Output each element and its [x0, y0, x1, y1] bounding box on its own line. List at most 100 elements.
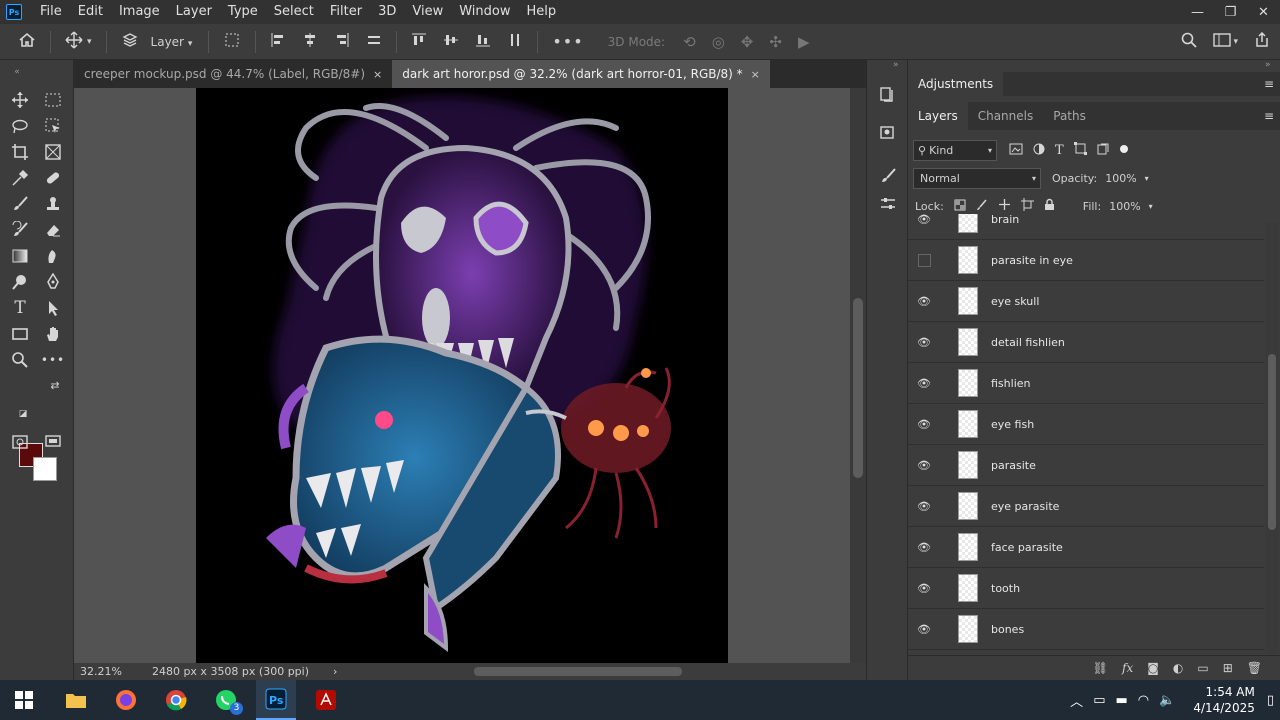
scroll-thumb[interactable]	[1268, 354, 1276, 530]
layer-kind-filter[interactable]: ⚲ Kind ▾	[913, 139, 997, 161]
volume-icon[interactable]: 🔈	[1159, 693, 1175, 708]
eye-icon[interactable]: 👁	[908, 541, 940, 554]
align-middle-icon[interactable]	[443, 32, 459, 52]
chevron-down-icon[interactable]: ▾	[1149, 202, 1153, 211]
delete-layer-icon[interactable]: 🗑	[1247, 661, 1262, 675]
default-colors-icon[interactable]: ◪	[17, 408, 29, 420]
background-color-swatch[interactable]	[33, 457, 57, 481]
brushes-panel-icon[interactable]	[875, 164, 901, 188]
collapse-panels-icon[interactable]: »	[893, 60, 899, 70]
libraries-panel-icon[interactable]	[875, 120, 901, 144]
tab-adjustments[interactable]: Adjustments	[908, 72, 1004, 96]
close-icon[interactable]: ×	[373, 68, 382, 81]
tab-creeper-mockup[interactable]: creeper mockup.psd @ 44.7% (Label, RGB/8…	[74, 60, 393, 88]
new-layer-icon[interactable]: ⊞	[1223, 661, 1233, 675]
adobe-acrobat-icon[interactable]	[306, 680, 346, 720]
display-icon[interactable]: ▭	[1093, 693, 1105, 708]
search-icon[interactable]	[1181, 32, 1198, 52]
photoshop-taskbar-icon[interactable]: Ps	[256, 680, 296, 720]
scroll-thumb[interactable]	[853, 298, 863, 478]
tab-layers[interactable]: Layers	[908, 102, 968, 130]
distribute-icon[interactable]	[366, 32, 382, 52]
filter-adjustment-icon[interactable]	[1033, 143, 1045, 158]
wifi-icon[interactable]: ◠	[1138, 693, 1149, 708]
align-center-icon[interactable]	[302, 32, 318, 52]
eyedropper-tool-icon[interactable]	[7, 166, 33, 190]
eye-icon[interactable]: 👁	[908, 295, 940, 308]
clone-stamp-tool-icon[interactable]	[40, 192, 66, 216]
vertical-scrollbar[interactable]	[850, 88, 866, 663]
align-right-icon[interactable]	[334, 32, 350, 52]
crop-tool-icon[interactable]	[7, 140, 33, 164]
clock[interactable]: 1:54 AM 4/14/2025	[1193, 684, 1255, 716]
object-selection-tool-icon[interactable]	[40, 114, 66, 138]
layer-row-parasite-in-eye[interactable]: parasite in eye	[908, 240, 1264, 281]
menu-file[interactable]: File	[32, 0, 70, 24]
close-window-button[interactable]: ✕	[1247, 5, 1280, 20]
whatsapp-icon[interactable]: 3	[206, 680, 246, 720]
healing-brush-tool-icon[interactable]	[40, 166, 66, 190]
battery-icon[interactable]: ▬	[1115, 693, 1127, 708]
layer-row-eye-parasite[interactable]: 👁 eye parasite	[908, 486, 1264, 527]
zoom-tool-icon[interactable]	[7, 348, 33, 372]
filter-pixel-icon[interactable]	[1009, 143, 1023, 158]
layer-row-brain[interactable]: 👁 brain	[908, 214, 1264, 240]
more-tools-icon[interactable]: •••	[40, 348, 66, 372]
menu-window[interactable]: Window	[451, 0, 518, 24]
history-panel-icon[interactable]	[875, 82, 901, 106]
chevron-down-icon[interactable]: ▾	[1145, 174, 1149, 183]
file-explorer-icon[interactable]	[56, 680, 96, 720]
layers-scrollbar[interactable]	[1265, 222, 1279, 654]
menu-image[interactable]: Image	[111, 0, 168, 24]
move-tool-icon[interactable]	[7, 88, 33, 112]
marquee-tool-icon[interactable]	[40, 88, 66, 112]
path-selection-tool-icon[interactable]	[40, 296, 66, 320]
minimize-button[interactable]: —	[1181, 5, 1214, 20]
eye-icon[interactable]: 👁	[908, 582, 940, 595]
auto-select-target-dropdown[interactable]: Layer ▾	[151, 35, 193, 49]
lasso-tool-icon[interactable]	[7, 114, 33, 138]
canvas-area[interactable]	[74, 88, 850, 663]
menu-view[interactable]: View	[404, 0, 451, 24]
expand-panels-icon[interactable]: »	[1265, 60, 1271, 70]
horizontal-scroll-thumb[interactable]	[474, 667, 682, 676]
eraser-tool-icon[interactable]	[40, 218, 66, 242]
eye-icon[interactable]: 👁	[908, 623, 940, 636]
layer-row-parasite[interactable]: 👁 parasite	[908, 445, 1264, 486]
screen-mode-icon[interactable]	[40, 430, 66, 454]
pen-tool-icon[interactable]	[40, 270, 66, 294]
filter-type-icon[interactable]: T	[1055, 143, 1064, 158]
chevron-down-icon[interactable]: ▾	[1233, 37, 1238, 47]
share-icon[interactable]	[1254, 31, 1270, 52]
maximize-button[interactable]: ❐	[1214, 5, 1247, 20]
chevron-up-icon[interactable]: ︿	[1070, 691, 1083, 710]
layer-row-bones[interactable]: 👁 bones	[908, 609, 1264, 650]
align-left-icon[interactable]	[270, 32, 286, 52]
menu-3d[interactable]: 3D	[370, 0, 404, 24]
filter-smart-object-icon[interactable]	[1097, 143, 1109, 158]
lock-transparency-icon[interactable]	[954, 199, 966, 214]
filter-shape-icon[interactable]	[1073, 142, 1087, 158]
swap-colors-icon[interactable]: ⇄	[48, 378, 62, 392]
collapse-toolbox-icon[interactable]: «	[4, 60, 30, 84]
layer-row-face-parasite[interactable]: 👁 face parasite	[908, 527, 1264, 568]
eye-icon[interactable]: 👁	[908, 214, 940, 226]
link-layers-icon[interactable]: ⛓	[1093, 661, 1108, 675]
align-top-icon[interactable]	[411, 32, 427, 52]
smudge-tool-icon[interactable]	[40, 244, 66, 268]
chrome-icon[interactable]	[156, 680, 196, 720]
move-tool-icon[interactable]	[65, 31, 83, 53]
eye-icon[interactable]: 👁	[908, 459, 940, 472]
menu-select[interactable]: Select	[266, 0, 322, 24]
eye-icon[interactable]: 👁	[908, 336, 940, 349]
eye-hidden-icon[interactable]	[908, 254, 940, 267]
opacity-value[interactable]: 100%	[1105, 172, 1136, 185]
quick-mask-icon[interactable]	[7, 430, 33, 454]
lock-all-icon[interactable]	[1044, 198, 1055, 214]
brush-tool-icon[interactable]	[7, 192, 33, 216]
notifications-icon[interactable]: ▯	[1267, 693, 1274, 708]
chevron-down-icon[interactable]: ▾	[87, 37, 92, 47]
menu-type[interactable]: Type	[220, 0, 266, 24]
menu-filter[interactable]: Filter	[322, 0, 370, 24]
tab-paths[interactable]: Paths	[1043, 102, 1096, 130]
